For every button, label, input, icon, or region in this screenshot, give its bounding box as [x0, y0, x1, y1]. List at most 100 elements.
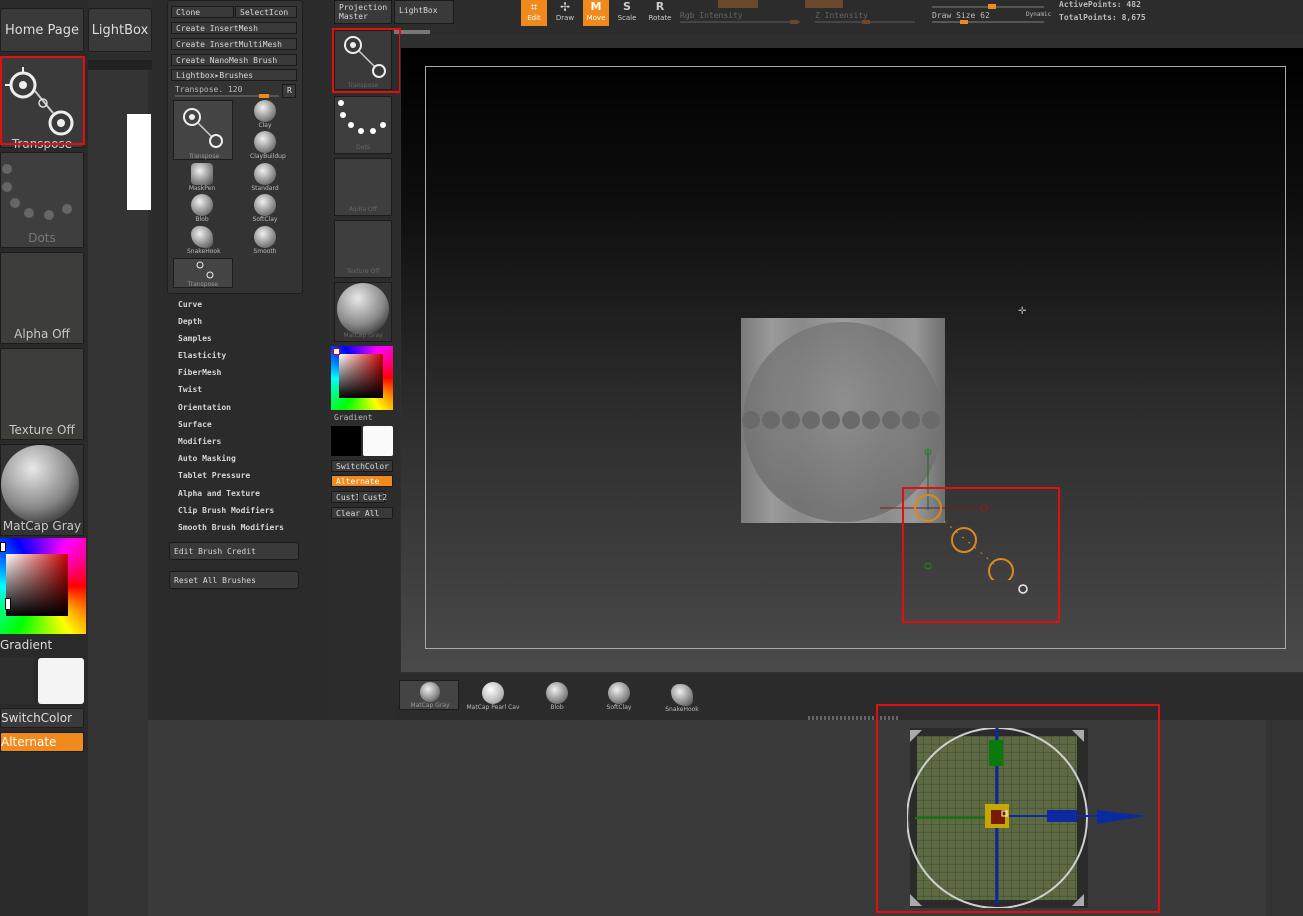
- brush-snakehook[interactable]: SnakeHook: [187, 226, 221, 255]
- subpalette-orientation[interactable]: Orientation: [178, 403, 231, 412]
- brush-label: Transpose: [189, 153, 220, 160]
- move-label: Move: [586, 14, 606, 22]
- shelf-matcap-gray[interactable]: MatCap Gray: [399, 680, 459, 710]
- subpalette-modifiers[interactable]: Modifiers: [178, 437, 221, 446]
- tile-texture-off[interactable]: Texture Off: [0, 348, 84, 440]
- tray-color-picker[interactable]: [331, 346, 393, 410]
- matcap-ball-icon: [420, 682, 440, 702]
- rgb-intensity-slider[interactable]: Rgb Intensity: [680, 11, 743, 20]
- home-page-button[interactable]: Home Page: [0, 8, 84, 52]
- tray-cust1-button[interactable]: Cust1: [331, 491, 361, 503]
- edit-mode-button[interactable]: ⌗ Edit: [521, 0, 547, 26]
- z-intensity-knob[interactable]: [862, 20, 870, 24]
- tray-tile-texture-off[interactable]: Texture Off: [334, 220, 392, 278]
- tray-tile-matcap[interactable]: MatCap Gray: [334, 282, 392, 342]
- shelf-matcap-pearl[interactable]: MatCap Pearl Cav: [464, 682, 522, 711]
- color-picker[interactable]: [0, 538, 86, 634]
- tray-color-square[interactable]: [339, 354, 383, 398]
- projection-master-button[interactable]: Projection Master: [334, 0, 392, 24]
- subpalette-depth[interactable]: Depth: [178, 317, 202, 326]
- brush-transpose-small[interactable]: Transpose: [173, 258, 233, 288]
- edit-brush-credit-button[interactable]: Edit Brush Credit: [169, 542, 299, 560]
- gradient-label[interactable]: Gradient: [0, 638, 52, 652]
- draw-size-slider[interactable]: Draw Size 62: [932, 11, 990, 20]
- select-icon-button[interactable]: SelectIcon: [235, 6, 297, 18]
- tray-gradient-label[interactable]: Gradient: [334, 413, 373, 422]
- subpalette-fibermesh[interactable]: FiberMesh: [178, 368, 221, 377]
- lightbox-brushes-button[interactable]: Lightbox▸Brushes: [171, 69, 297, 81]
- tray-lightbox-button[interactable]: LightBox: [394, 0, 454, 24]
- tray-switchcolor-button[interactable]: SwitchColor: [331, 460, 393, 472]
- transpose-value-slider[interactable]: Transpose. 120: [175, 85, 242, 94]
- rgb-intensity-bar[interactable]: [680, 21, 800, 23]
- primary-color-swatch[interactable]: [0, 658, 34, 704]
- matcap-pearl-icon: [482, 682, 504, 704]
- switchcolor-button[interactable]: SwitchColor: [0, 708, 84, 728]
- brush-clay[interactable]: Clay: [250, 100, 280, 129]
- lightbox-button[interactable]: LightBox: [88, 8, 152, 52]
- brush-standard[interactable]: Standard: [250, 163, 280, 192]
- draw-size-bar[interactable]: [932, 21, 1044, 23]
- brush-maskpen[interactable]: MaskPen: [187, 163, 217, 192]
- scale-mode-button[interactable]: S Scale: [614, 0, 640, 26]
- subpalette-alpha-texture[interactable]: Alpha and Texture: [178, 489, 260, 498]
- brush-blob[interactable]: Blob: [187, 194, 217, 223]
- tray-alternate-button[interactable]: Alternate: [331, 475, 393, 487]
- subpalette-tablet-pressure[interactable]: Tablet Pressure: [178, 471, 250, 480]
- brush-softclay[interactable]: SoftClay: [250, 194, 280, 223]
- shelf-softclay[interactable]: SoftClay: [590, 682, 648, 711]
- subpalette-clip-brush-modifiers[interactable]: Clip Brush Modifiers: [178, 506, 274, 515]
- tray-tile-dots[interactable]: Dots: [334, 96, 392, 154]
- tray-primary-swatch[interactable]: [331, 426, 361, 456]
- tile-label: Alpha Off: [349, 206, 377, 213]
- rotate-icon: R: [655, 0, 665, 13]
- create-nanomesh-button[interactable]: Create NanoMesh Brush: [171, 54, 297, 66]
- shelf-snakehook[interactable]: SnakeHook: [653, 684, 711, 713]
- brush-label: Standard: [251, 185, 279, 192]
- tray-cust2-button[interactable]: Cust2: [358, 491, 387, 503]
- brush-smooth[interactable]: Smooth: [250, 226, 280, 255]
- color-picker-square[interactable]: [6, 554, 68, 616]
- tray-clear-all-button[interactable]: Clear All: [331, 507, 393, 519]
- shelf-label: Blob: [550, 704, 564, 711]
- brush-claybuildup[interactable]: ClayBuildup: [250, 131, 286, 160]
- zadd-button[interactable]: [805, 0, 843, 8]
- rgb-intensity-knob[interactable]: [790, 20, 798, 24]
- tray-tile-alpha-off[interactable]: Alpha Off: [334, 158, 392, 216]
- tile-label: MatCap Gray: [343, 332, 383, 339]
- rgb-button[interactable]: [718, 0, 758, 8]
- dynamic-toggle[interactable]: Dynamic: [1026, 11, 1051, 18]
- move-mode-button[interactable]: M Move: [583, 0, 609, 26]
- draw-size-knob[interactable]: [960, 20, 968, 24]
- brush-label: Clay: [258, 122, 272, 129]
- focal-shift-knob[interactable]: [988, 4, 996, 9]
- highlight-tray-transpose: [332, 28, 401, 93]
- draw-mode-button[interactable]: ✢ Draw: [552, 0, 578, 26]
- subpalette-samples[interactable]: Samples: [178, 334, 212, 343]
- color-picker-marker[interactable]: [5, 598, 11, 610]
- create-insertmultimesh-button[interactable]: Create InsertMultiMesh: [171, 38, 297, 50]
- transpose-slider-knob[interactable]: [259, 94, 269, 98]
- create-insertmesh-button[interactable]: Create InsertMesh: [171, 22, 297, 34]
- clone-button[interactable]: Clone: [171, 6, 234, 18]
- tile-alpha-off[interactable]: Alpha Off: [0, 252, 84, 344]
- r-button[interactable]: R: [282, 84, 296, 98]
- subpalette-twist[interactable]: Twist: [178, 385, 202, 394]
- brush-transpose-current[interactable]: Transpose: [173, 100, 233, 160]
- tile-dots[interactable]: Dots: [0, 152, 84, 248]
- subpalette-elasticity[interactable]: Elasticity: [178, 351, 226, 360]
- brush-label: Smooth: [253, 248, 277, 255]
- shelf-blob[interactable]: Blob: [528, 682, 586, 711]
- subpalette-surface[interactable]: Surface: [178, 420, 212, 429]
- alternate-button[interactable]: Alternate: [0, 732, 84, 752]
- subpalette-curve[interactable]: Curve: [178, 300, 202, 309]
- subpalette-smooth-brush-modifiers[interactable]: Smooth Brush Modifiers: [178, 523, 284, 532]
- reset-all-brushes-button[interactable]: Reset All Brushes: [169, 571, 299, 589]
- z-intensity-slider[interactable]: Z Intensity: [815, 11, 868, 20]
- tray-secondary-swatch[interactable]: [363, 426, 393, 456]
- secondary-color-swatch[interactable]: [38, 658, 84, 704]
- rotate-mode-button[interactable]: R Rotate: [647, 0, 673, 26]
- tile-matcap-gray[interactable]: MatCap Gray: [0, 444, 84, 536]
- subpalette-auto-masking[interactable]: Auto Masking: [178, 454, 236, 463]
- tile-label: Dots: [28, 231, 56, 245]
